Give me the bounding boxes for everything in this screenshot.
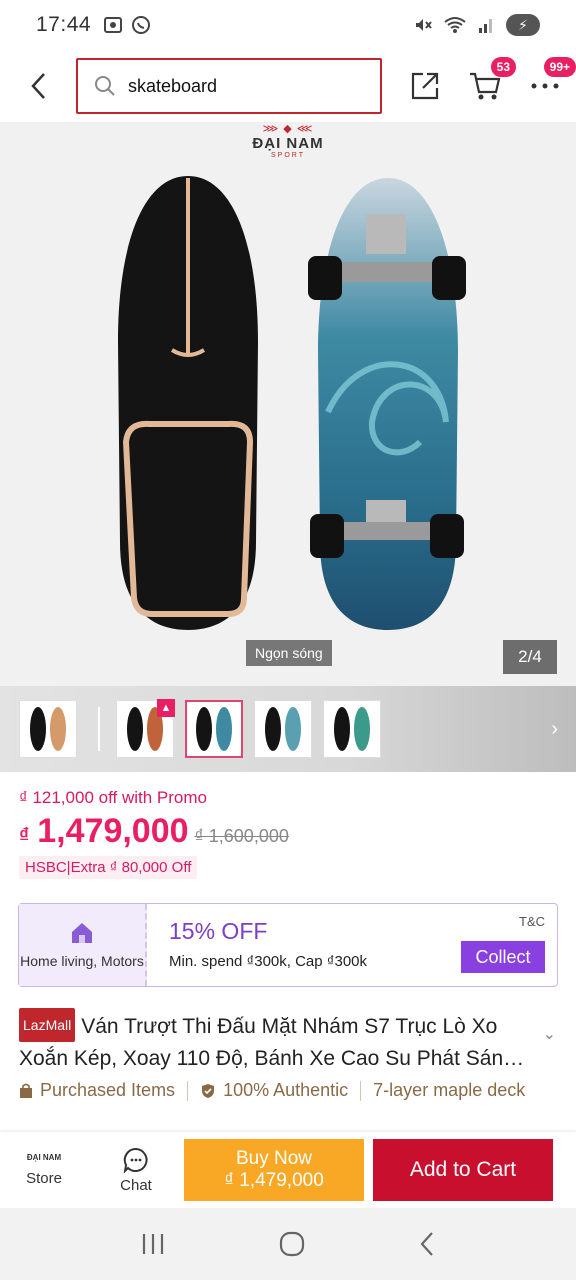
recent-apps-icon[interactable] [139, 1231, 167, 1257]
back-button[interactable] [0, 50, 76, 122]
feature-item: Purchased Items [19, 1080, 175, 1101]
cart-button[interactable]: 53 [468, 57, 516, 103]
voucher-category-label: Home living, Motors [20, 953, 144, 969]
thumbnail-active[interactable] [185, 700, 243, 758]
skateboard-image [118, 176, 466, 630]
bag-icon [20, 1083, 32, 1098]
feature-item: 100% Authentic [200, 1080, 348, 1101]
voucher-description: Min. spend ₫300k, Cap ₫300k [169, 953, 368, 970]
buy-now-label: Buy Now [235, 1148, 313, 1169]
thumbnail-image [334, 707, 370, 751]
store-button[interactable]: ĐẠI NAM Store [0, 1132, 88, 1208]
chevron-left-icon [31, 73, 45, 99]
search-input[interactable]: skateboard [76, 58, 382, 114]
nav-icons: 53 99+ [408, 57, 576, 103]
voucher-title: 15% OFF [169, 918, 268, 944]
back-nav-icon[interactable] [417, 1230, 437, 1258]
cart-badge: 53 [490, 57, 516, 77]
status-bar: 17:44 ⚡ [0, 0, 576, 50]
image-counter: 2/4 [503, 640, 557, 674]
voucher-card: Home living, Motors 15% OFF Min. spend ₫… [18, 903, 558, 987]
more-icon [531, 83, 559, 89]
battery-charging-icon: ⚡ [506, 14, 540, 36]
thumbnail-image [196, 707, 232, 751]
voucher-actions: T&C Collect [457, 904, 557, 986]
product-title-text: Ván Trượt Thi Đấu Mặt Nhám S7 Trục Lò Xo… [19, 1015, 525, 1070]
shield-check-icon [202, 1083, 215, 1098]
top-nav: skateboard 53 99+ [0, 50, 576, 122]
mute-icon [416, 19, 432, 31]
thumbnail[interactable] [254, 700, 312, 758]
thumbnail-image [265, 707, 301, 751]
price-row: ₫ 1,479,000 ₫ 1,600,000 [19, 812, 289, 851]
image-caption: Ngọn sóng [246, 640, 332, 666]
product-title: LazMall Ván Trượt Thi Đấu Mặt Nhám S7 Trụ… [19, 1008, 539, 1075]
whatsapp-icon [132, 16, 151, 34]
thumbnail-strip: ▲ › [0, 686, 576, 772]
collect-button[interactable]: Collect [461, 941, 545, 973]
chat-label: Chat [120, 1176, 152, 1194]
price-current: 1,479,000 [37, 812, 189, 850]
chat-button[interactable]: Chat [88, 1132, 184, 1208]
voucher-info: 15% OFF Min. spend ₫300k, Cap ₫300k [147, 904, 457, 986]
signal-icon [479, 19, 492, 33]
home-button-icon[interactable] [278, 1230, 306, 1258]
chevron-right-icon[interactable]: › [551, 718, 558, 741]
lazmall-badge: LazMall [19, 1008, 76, 1042]
status-time: 17:44 [36, 13, 92, 36]
store-logo: ĐẠI NAM [26, 1153, 62, 1162]
price-currency: ₫ [19, 825, 30, 847]
feature-list: Purchased Items 100% Authentic 7-layer m… [19, 1080, 559, 1101]
buy-now-price: ₫ 1,479,000 [224, 1170, 324, 1191]
chat-icon [123, 1147, 148, 1173]
add-to-cart-button[interactable]: Add to Cart [373, 1139, 553, 1201]
thumbnail[interactable]: ▲ [116, 699, 175, 758]
price-original: ₫ 1,600,000 [194, 826, 289, 846]
bottom-action-bar: ĐẠI NAM Store Chat Buy Now ₫ 1,479,000 A… [0, 1132, 576, 1208]
tnc-link[interactable]: T&C [519, 914, 545, 929]
home-icon [72, 923, 92, 943]
search-value: skateboard [128, 75, 218, 96]
voucher-category: Home living, Motors [19, 904, 147, 986]
thumbnail-image [30, 707, 66, 751]
store-label: Store [26, 1170, 62, 1187]
share-button[interactable] [408, 69, 442, 103]
feature-label: Purchased Items [40, 1080, 176, 1100]
screenshot-icon [104, 17, 123, 33]
feature-label: 7-layer maple deck [373, 1080, 526, 1100]
feature-item: 7-layer maple deck [373, 1080, 525, 1101]
feature-divider [187, 1080, 189, 1101]
promo-text: ₫ 121,000 off with Promo [19, 788, 207, 807]
wifi-icon [444, 17, 466, 33]
android-nav-bar [0, 1208, 576, 1280]
thumbnail-divider [98, 707, 100, 751]
share-icon [411, 72, 439, 100]
feature-label: 100% Authentic [223, 1080, 349, 1100]
buy-now-button[interactable]: Buy Now ₫ 1,479,000 [184, 1139, 364, 1201]
status-right-icons: ⚡ [414, 14, 540, 36]
more-button[interactable]: 99+ [528, 57, 576, 103]
thumbnail[interactable] [323, 700, 381, 758]
status-left-icons [103, 15, 151, 35]
bank-offer-tag[interactable]: HSBC|Extra ₫ 80,000 Off [19, 856, 198, 879]
thumbnail[interactable] [19, 700, 77, 758]
fire-icon: ▲ [157, 699, 175, 717]
more-badge: 99+ [543, 57, 576, 77]
search-icon [95, 76, 115, 96]
product-image-gallery[interactable]: ⋙ ◆ ⋘ ĐẠI NAM SPORT Ngọn sóng 2/4 [0, 122, 576, 686]
feature-divider [360, 1080, 362, 1101]
chevron-down-icon[interactable]: ⌄ [543, 1024, 556, 1044]
